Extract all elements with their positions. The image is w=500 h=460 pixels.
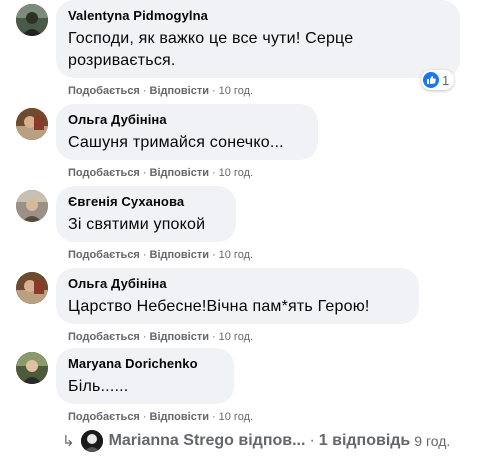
comment-text-line: розривається. bbox=[68, 52, 176, 69]
reply-button[interactable]: Відповісти bbox=[150, 167, 209, 179]
avatar[interactable] bbox=[16, 272, 48, 304]
like-button[interactable]: Подобається bbox=[68, 249, 140, 261]
like-button[interactable]: Подобається bbox=[68, 411, 140, 423]
comment-author[interactable]: Ольга Дубініна bbox=[68, 276, 407, 292]
comment-author[interactable]: Ольга Дубініна bbox=[68, 112, 306, 128]
like-reaction-icon bbox=[423, 72, 439, 88]
comment-time[interactable]: 10 год. bbox=[219, 331, 253, 343]
comment-author[interactable]: Valentyna Pidmogylna bbox=[68, 8, 448, 24]
comment-author[interactable]: Євгенія Суханова bbox=[68, 194, 224, 210]
comment-actions: Подобається · Відповісти · 10 год. bbox=[68, 331, 254, 343]
comment-text: Біль...... bbox=[68, 378, 129, 395]
comment-text: Зі святими упокой bbox=[68, 216, 206, 233]
profile-photo-icon bbox=[16, 272, 48, 304]
avatar[interactable] bbox=[16, 108, 48, 140]
reply-arrow-icon: ↳ bbox=[62, 433, 75, 450]
profile-photo-icon bbox=[16, 108, 48, 140]
comment-bubble: Ольга Дубініна Царство Небесне!Вічна пам… bbox=[56, 268, 419, 324]
reply-author-preview[interactable]: Marianna Strego відпов... bbox=[109, 432, 306, 450]
comment-bubble: Valentyna Pidmogylna Господи, як важко ц… bbox=[56, 0, 460, 78]
reaction-count[interactable]: 1 bbox=[421, 70, 455, 90]
comment-text: Сашуня тримайся сонечко... bbox=[68, 134, 284, 151]
comment-bubble: Євгенія Суханова Зі святими упокой bbox=[56, 186, 236, 242]
profile-photo-icon bbox=[16, 4, 48, 36]
profile-photo-icon bbox=[80, 430, 103, 452]
avatar[interactable] bbox=[16, 352, 48, 384]
reply-count[interactable]: 1 відповідь bbox=[319, 432, 411, 450]
comment-text: Царство Небесне!Вічна пам*ять Герою! bbox=[68, 298, 370, 315]
avatar[interactable] bbox=[16, 190, 48, 222]
reply-time: 9 год. bbox=[414, 433, 451, 449]
comment-bubble: Maryana Dorichenko Біль...... bbox=[56, 348, 234, 404]
reply-button[interactable]: Відповісти bbox=[150, 249, 209, 261]
like-button[interactable]: Подобається bbox=[68, 331, 140, 343]
reply-button[interactable]: Відповісти bbox=[150, 411, 209, 423]
profile-photo-icon bbox=[16, 190, 48, 222]
comment-time[interactable]: 10 год. bbox=[219, 411, 253, 423]
avatar[interactable] bbox=[16, 4, 48, 36]
comment-time[interactable]: 10 год. bbox=[219, 249, 253, 261]
reply-separator: · bbox=[309, 432, 315, 449]
reply-button[interactable]: Відповісти bbox=[150, 85, 209, 97]
like-button[interactable]: Подобається bbox=[68, 85, 140, 97]
comment-text: Господи, як важко це все чути! Серце роз… bbox=[68, 28, 448, 72]
view-replies-link[interactable]: ↳ Marianna Strego відпов... · 1 відповід… bbox=[62, 428, 450, 454]
like-button[interactable]: Подобається bbox=[68, 167, 140, 179]
comment-text-line: Господи, як важко це все чути! Серце bbox=[68, 30, 354, 47]
reaction-count-value: 1 bbox=[442, 72, 450, 88]
reply-button[interactable]: Відповісти bbox=[150, 331, 209, 343]
profile-photo-icon bbox=[16, 352, 48, 384]
avatar bbox=[80, 430, 103, 452]
comment-time[interactable]: 10 год. bbox=[219, 85, 253, 97]
comment-time[interactable]: 10 год. bbox=[219, 167, 253, 179]
comment-author[interactable]: Maryana Dorichenko bbox=[68, 356, 222, 372]
comment-actions: Подобається · Відповісти · 10 год. bbox=[68, 249, 254, 261]
comment-actions: Подобається · Відповісти · 10 год. bbox=[68, 167, 254, 179]
comment-bubble: Ольга Дубініна Сашуня тримайся сонечко..… bbox=[56, 104, 318, 160]
comment-actions: Подобається · Відповісти · 10 год. bbox=[68, 85, 254, 97]
comment-actions: Подобається · Відповісти · 10 год. bbox=[68, 411, 254, 423]
